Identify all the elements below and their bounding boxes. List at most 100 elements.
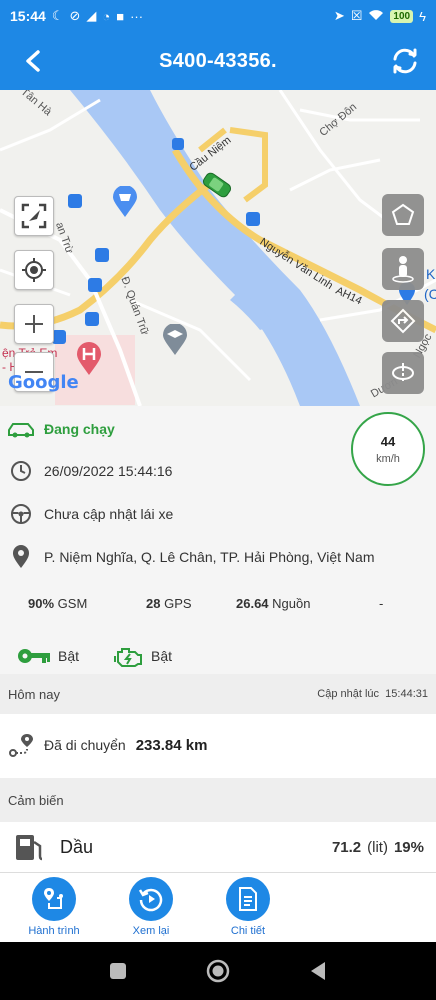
key-status: Bật (16, 646, 79, 666)
steering-wheel-icon (11, 504, 31, 524)
directions-button[interactable] (382, 300, 424, 342)
detail-label: Chi tiết (230, 925, 266, 937)
back-triangle-icon (311, 962, 325, 980)
crosshair-icon (22, 258, 46, 282)
refresh-button[interactable] (388, 44, 422, 78)
map-label: K (426, 266, 436, 282)
map-view[interactable]: Tân Hà Chợ Đôn Cầu Niệm Nguyễn Văn Linh … (0, 90, 436, 406)
location-pin-icon (13, 545, 29, 568)
bus-stop-icon[interactable] (85, 312, 99, 326)
vehicle-car-icon[interactable] (200, 172, 234, 198)
fuel-sensor-row: Dầu 71.2 (lit) 19% (0, 822, 436, 872)
app-header: S400-43356. (0, 32, 436, 90)
replay-icon (138, 888, 163, 912)
speed-value: 44 (380, 433, 396, 449)
vehicle-info-panel: Đang chạy 44 km/h 26/09/2022 15:44:16 Ch… (0, 406, 436, 674)
power-label: Nguồn (272, 596, 311, 611)
location-arrow-icon: ➤ (333, 8, 345, 23)
updated-label: Cập nhật lúc (317, 688, 380, 700)
pegman-icon (392, 256, 414, 283)
home-circle-icon (206, 959, 230, 983)
sensor-name: Dầu (60, 836, 94, 857)
journey-label: Hành trình (28, 925, 80, 937)
back-nav-button[interactable] (306, 959, 330, 983)
gps-value: 28 (146, 596, 161, 611)
pie-icon: ◔ (102, 8, 111, 24)
geofence-button[interactable] (382, 194, 424, 236)
telegram-icon: ◢ (86, 8, 97, 23)
directions-icon (390, 308, 416, 334)
status-text: Đang chạy (44, 421, 115, 437)
fuel-unit: (lit) (367, 838, 388, 856)
recents-button[interactable] (106, 959, 130, 983)
system-status-bar: 15:44 ☾ ⊘ ◢ ◔ ■ ··· ➤ ☒ 100 ϟ (0, 0, 436, 32)
map-label: (C (424, 286, 436, 302)
engine-status: Bật (113, 644, 172, 668)
detail-button[interactable]: Chi tiết (208, 877, 288, 937)
timestamp-text: 26/09/2022 15:44:16 (44, 463, 173, 479)
clock-icon (11, 461, 31, 481)
driver-text: Chưa cập nhật lái xe (44, 506, 174, 522)
car-icon (8, 423, 34, 438)
extra-metric: - (379, 596, 384, 611)
power-value: 26.64 (236, 596, 269, 611)
expand-icon (21, 203, 47, 229)
address-text: P. Niệm Nghĩa, Q. Lê Chân, TP. Hải Phòng… (44, 549, 375, 565)
bus-stop-icon[interactable] (246, 212, 260, 226)
shop-marker-icon[interactable] (112, 186, 138, 218)
gsm-label: GSM (57, 596, 88, 611)
refresh-icon (393, 48, 417, 74)
google-logo: Google (8, 372, 79, 393)
fuel-value: 71.2 (331, 838, 362, 856)
journey-button[interactable]: Hành trình (14, 877, 94, 937)
no-notification-icon: ⊘ (69, 8, 81, 23)
system-nav-bar (0, 942, 436, 1000)
rotate-3d-button[interactable] (382, 352, 424, 394)
no-sim-icon: ☒ (350, 8, 363, 23)
key-status-text: Bật (58, 648, 80, 664)
square-icon: ■ (116, 8, 125, 24)
route-map-icon (44, 888, 63, 909)
gsm-metric: 90% GSM (28, 596, 87, 611)
more-icon: ··· (130, 8, 144, 24)
engine-icon (114, 648, 143, 667)
bus-stop-icon[interactable] (88, 278, 102, 292)
gps-label: GPS (164, 596, 192, 611)
bus-stop-icon[interactable] (95, 248, 109, 262)
status-row: Đang chạy (6, 420, 115, 438)
fuel-percent: 19% (393, 838, 424, 856)
bus-stop-icon[interactable] (68, 194, 82, 208)
bus-stop-icon[interactable] (172, 138, 184, 150)
chevron-left-icon (26, 50, 40, 72)
home-button[interactable] (206, 959, 230, 983)
updated-at: Cập nhật lúc 15:44:31 (317, 688, 428, 700)
sensor-title: Cảm biến (8, 792, 64, 808)
replay-label: Xem lại (132, 925, 170, 937)
sensor-values: 71.2 (lit) 19% (332, 839, 424, 856)
driver-row: Chưa cập nhật lái xe (10, 503, 173, 525)
speed-gauge: 44 km/h (351, 412, 425, 486)
square-icon (110, 963, 126, 979)
page-title: S400-43356. (159, 49, 277, 72)
key-icon (18, 649, 50, 663)
bottom-nav: Hành trình Xem lại Chi tiết (0, 872, 436, 942)
route-icon (9, 734, 33, 757)
gsm-value: 90% (28, 596, 55, 611)
replay-button[interactable]: Xem lại (111, 877, 191, 937)
my-location-button[interactable] (14, 250, 54, 290)
gps-metric: 28 GPS (146, 596, 192, 611)
back-button[interactable] (18, 46, 48, 76)
address-row: P. Niệm Nghĩa, Q. Lê Chân, TP. Hải Phòng… (10, 545, 374, 569)
speed-unit: km/h (376, 452, 400, 465)
fit-bounds-button[interactable] (14, 196, 54, 236)
street-view-button[interactable] (382, 248, 424, 290)
moon-icon: ☾ (51, 8, 64, 23)
hospital-marker-icon[interactable] (76, 342, 102, 376)
bus-stop-icon[interactable] (52, 330, 66, 344)
sensor-header: Cảm biến (0, 778, 436, 822)
toggle-row: Bật Bật (16, 644, 206, 668)
wifi-icon (368, 9, 384, 24)
updated-time: 15:44:31 (385, 688, 428, 700)
zoom-in-button[interactable] (14, 304, 54, 344)
school-marker-icon[interactable] (162, 324, 188, 356)
